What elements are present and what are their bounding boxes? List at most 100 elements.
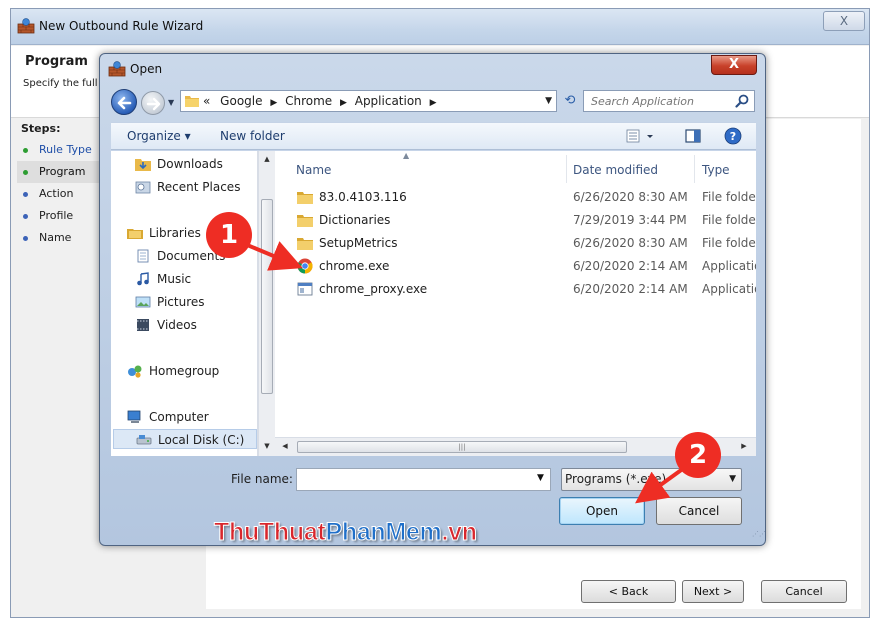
step-bullet-icon [23, 236, 28, 241]
wizard-title: New Outbound Rule Wizard [39, 19, 204, 33]
file-row[interactable]: SetupMetrics 6/26/2020 8:30 AM File fold… [275, 232, 756, 254]
column-separator[interactable] [566, 155, 567, 183]
horizontal-scroll-thumb[interactable]: ||| [297, 441, 627, 453]
step-bullet-icon [23, 148, 28, 153]
resize-grip-icon[interactable]: ⋰⋰ [752, 531, 766, 542]
open-file-dialog: Open X ▼ « Google ▶ Chrome ▶ Application… [99, 53, 766, 546]
exe-icon [297, 282, 313, 296]
scroll-up-arrow-icon[interactable]: ▲ [261, 155, 273, 163]
step-bullet-icon [23, 192, 28, 197]
breadcrumb-item-application[interactable]: Application [355, 94, 422, 108]
new-folder-button[interactable]: New folder [220, 129, 285, 143]
change-view-icon[interactable] [625, 127, 659, 145]
nav-item-local-disk[interactable]: Local Disk (C:) [113, 429, 257, 449]
folder-icon [297, 215, 313, 227]
folder-icon [185, 96, 199, 107]
search-icon[interactable] [735, 94, 749, 108]
wizard-page-title: Program [25, 54, 88, 69]
back-arrow-icon [117, 96, 132, 110]
recent-places-icon [135, 181, 151, 194]
wizard-step-action: Action [17, 183, 109, 205]
column-header-type[interactable]: Type [702, 163, 730, 177]
dialog-close-button[interactable]: X [711, 55, 757, 75]
breadcrumb-separator-icon[interactable]: ▶ [430, 98, 437, 108]
organize-button[interactable]: Organize ▾ [127, 129, 191, 143]
computer-icon [127, 410, 141, 423]
folder-icon [297, 238, 313, 250]
libraries-icon [127, 229, 143, 239]
wizard-step-profile: Profile [17, 205, 109, 227]
step-bullet-icon [23, 214, 28, 219]
navigation-pane: Downloads Recent Places Libraries Docume… [111, 151, 258, 456]
column-separator[interactable] [694, 155, 695, 183]
wizard-step-program[interactable]: Program [17, 161, 109, 183]
breadcrumb-item-chrome[interactable]: Chrome [285, 94, 332, 108]
breadcrumb-overflow[interactable]: « [203, 94, 210, 108]
dialog-title: Open [130, 62, 163, 76]
folder-icon [297, 192, 313, 204]
breadcrumb-separator-icon[interactable]: ▶ [340, 98, 347, 108]
file-row[interactable]: Dictionaries 7/29/2019 3:44 PM File fold… [275, 209, 756, 231]
sort-ascending-icon: ▲ [403, 151, 410, 160]
wizard-close-button[interactable]: X [823, 11, 865, 31]
pictures-icon [135, 296, 151, 308]
open-button[interactable]: Open [559, 497, 645, 525]
scroll-left-arrow-icon[interactable]: ◀ [279, 442, 291, 450]
cancel-button[interactable]: Cancel [656, 497, 742, 525]
videos-icon [137, 319, 149, 331]
svg-text:?: ? [730, 130, 736, 143]
back-button[interactable] [111, 89, 137, 115]
preview-pane-icon[interactable] [684, 127, 702, 145]
wizard-title-bar: New Outbound Rule Wizard X [11, 9, 869, 45]
file-name-label: File name: [231, 472, 293, 486]
column-header-name[interactable]: Name [296, 163, 331, 177]
address-dropdown-icon[interactable]: ▼ [545, 91, 552, 111]
music-icon [137, 272, 149, 286]
recent-locations-dropdown-icon[interactable]: ▼ [168, 98, 174, 107]
documents-icon [137, 249, 149, 263]
column-header-date-modified[interactable]: Date modified [573, 163, 658, 177]
file-name-dropdown-icon[interactable]: ▼ [537, 473, 544, 483]
firewall-icon [108, 61, 126, 77]
file-type-dropdown-icon: ▼ [729, 474, 736, 484]
command-bar: Organize ▾ New folder ? [111, 122, 756, 150]
address-bar[interactable]: « Google ▶ Chrome ▶ Application ▶ ▼ [180, 90, 557, 112]
file-list: ▲ Name Date modified Type 83.0.4103.116 … [275, 151, 756, 456]
scroll-down-arrow-icon[interactable]: ▼ [261, 442, 273, 450]
local-disk-icon [136, 435, 152, 445]
site-watermark: ThuThuatPhanMem.vn [213, 518, 477, 547]
annotation-badge-2: 2 [675, 432, 721, 478]
breadcrumb-separator-icon[interactable]: ▶ [270, 98, 277, 108]
wizard-steps-list: Rule Type Program Action Profile Name [17, 139, 109, 249]
homegroup-icon [128, 365, 142, 378]
wizard-back-button[interactable]: < Back [581, 580, 676, 603]
firewall-icon [17, 18, 35, 34]
wizard-cancel-button[interactable]: Cancel [761, 580, 847, 603]
help-icon[interactable]: ? [724, 127, 742, 145]
file-type-select[interactable]: Programs (*.exe) ▼ [561, 468, 742, 491]
navigation-pane-scroll-thumb[interactable] [261, 199, 273, 394]
breadcrumb: « Google ▶ Chrome ▶ Application ▶ [203, 91, 441, 113]
file-type-value: Programs (*.exe) [565, 472, 667, 486]
wizard-step-rule-type[interactable]: Rule Type [17, 139, 109, 161]
file-row[interactable]: 83.0.4103.116 6/26/2020 8:30 AM File fol… [275, 186, 756, 208]
file-row-chrome-exe[interactable]: chrome.exe 6/20/2020 2:14 AM Application [275, 255, 756, 277]
refresh-icon[interactable]: ⟲ [559, 90, 581, 112]
scroll-right-arrow-icon[interactable]: ▶ [738, 442, 750, 450]
forward-button[interactable] [141, 91, 165, 115]
wizard-page-subtitle: Specify the full p [23, 78, 108, 89]
wizard-steps-label: Steps: [21, 122, 61, 135]
search-input[interactable] [584, 91, 724, 111]
chrome-icon [297, 258, 313, 274]
wizard-step-name: Name [17, 227, 109, 249]
file-name-input[interactable] [296, 468, 551, 491]
annotation-badge-1: 1 [206, 212, 252, 258]
breadcrumb-item-google[interactable]: Google [220, 94, 262, 108]
downloads-folder-icon [135, 159, 151, 171]
forward-arrow-icon [146, 97, 161, 111]
navigation-pane-scrollbar[interactable]: ▲ ▼ [258, 151, 275, 456]
step-bullet-icon [23, 170, 28, 175]
wizard-next-button[interactable]: Next > [682, 580, 744, 603]
file-row[interactable]: chrome_proxy.exe 6/20/2020 2:14 AM Appli… [275, 278, 756, 300]
search-box[interactable] [583, 90, 755, 112]
